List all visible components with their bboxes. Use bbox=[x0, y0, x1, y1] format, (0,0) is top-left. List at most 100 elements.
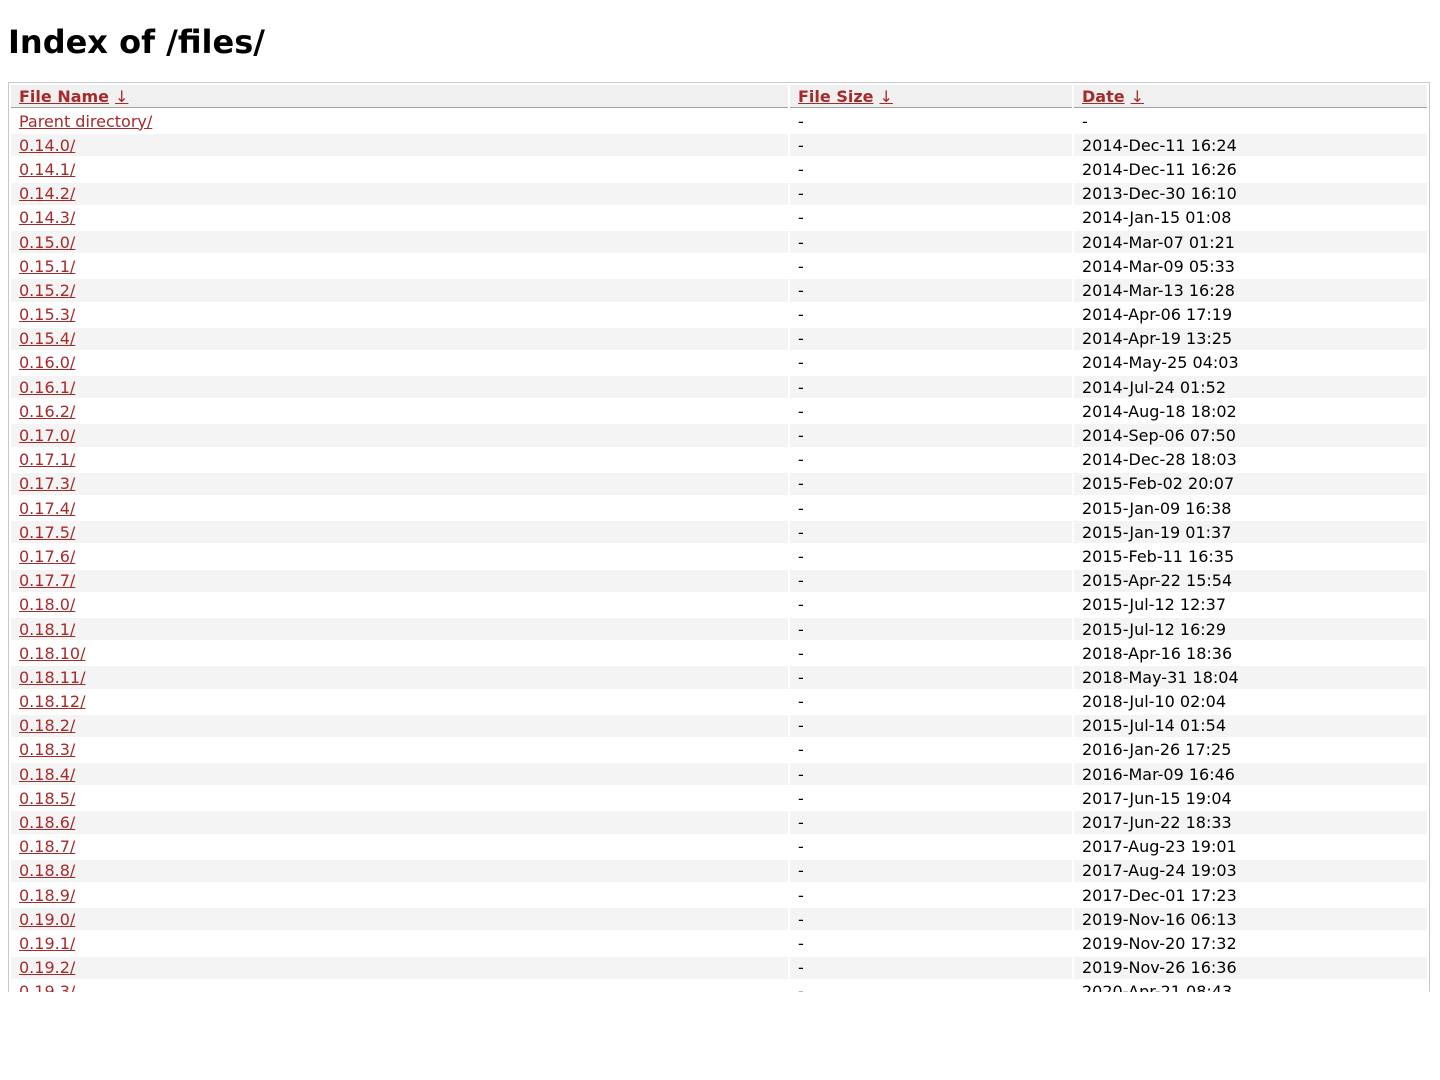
directory-link[interactable]: 0.19.3/ bbox=[19, 982, 75, 992]
directory-link[interactable]: 0.18.12/ bbox=[19, 692, 85, 711]
directory-link[interactable]: 0.19.0/ bbox=[19, 910, 75, 929]
directory-link[interactable]: 0.19.2/ bbox=[19, 958, 75, 977]
file-size-cell: - bbox=[790, 738, 1072, 762]
directory-link[interactable]: 0.18.7/ bbox=[19, 837, 75, 856]
sort-by-size-link[interactable]: File Size ↓ bbox=[798, 87, 893, 106]
directory-link[interactable]: 0.15.3/ bbox=[19, 305, 75, 324]
directory-link[interactable]: 0.17.5/ bbox=[19, 523, 75, 542]
table-row: 0.15.1/ -2014-Mar-09 05:33 bbox=[11, 255, 1427, 278]
file-date-cell: 2016-Mar-09 16:46 bbox=[1074, 763, 1427, 786]
directory-link[interactable]: 0.18.5/ bbox=[19, 789, 75, 808]
file-name-cell: 0.18.7/ bbox=[11, 835, 788, 858]
directory-link[interactable]: 0.15.4/ bbox=[19, 329, 75, 348]
directory-link[interactable]: 0.16.2/ bbox=[19, 402, 75, 421]
directory-link[interactable]: 0.18.11/ bbox=[19, 668, 85, 687]
sort-arrow-icon: ↓ bbox=[879, 86, 893, 106]
directory-link[interactable]: 0.15.0/ bbox=[19, 233, 75, 252]
file-size-cell: - bbox=[790, 206, 1072, 229]
file-name-cell: 0.17.7/ bbox=[11, 569, 788, 592]
directory-link[interactable]: 0.18.2/ bbox=[19, 716, 75, 735]
directory-link[interactable]: 0.17.4/ bbox=[19, 499, 75, 518]
sort-by-date-label: Date bbox=[1082, 86, 1125, 106]
directory-link[interactable]: 0.18.0/ bbox=[19, 595, 75, 614]
table-row: 0.18.4/ -2016-Mar-09 16:46 bbox=[11, 763, 1427, 786]
directory-link[interactable]: 0.18.10/ bbox=[19, 644, 85, 663]
directory-link[interactable]: 0.17.7/ bbox=[19, 571, 75, 590]
file-date-cell: 2014-Apr-06 17:19 bbox=[1074, 303, 1427, 326]
directory-link[interactable]: 0.18.8/ bbox=[19, 861, 75, 880]
file-name-cell: 0.15.0/ bbox=[11, 230, 788, 254]
directory-link[interactable]: 0.18.6/ bbox=[19, 813, 75, 832]
table-row: 0.18.1/ -2015-Jul-12 16:29 bbox=[11, 617, 1427, 641]
directory-link[interactable]: 0.14.1/ bbox=[19, 160, 75, 179]
file-size-cell: - bbox=[790, 327, 1072, 350]
sort-by-date-link[interactable]: Date ↓ bbox=[1082, 87, 1144, 106]
file-name-cell: 0.18.12/ bbox=[11, 690, 788, 713]
file-name-cell: 0.18.0/ bbox=[11, 593, 788, 616]
directory-link[interactable]: 0.16.0/ bbox=[19, 353, 75, 372]
directory-link[interactable]: 0.17.0/ bbox=[19, 426, 75, 445]
table-row: 0.16.1/ -2014-Jul-24 01:52 bbox=[11, 376, 1427, 399]
file-size-cell: - bbox=[790, 884, 1072, 907]
file-size-cell: - bbox=[790, 545, 1072, 568]
file-size-cell: - bbox=[790, 448, 1072, 471]
file-size-cell: - bbox=[790, 666, 1072, 689]
directory-link[interactable]: 0.19.1/ bbox=[19, 934, 75, 953]
file-size-cell: - bbox=[790, 593, 1072, 616]
table-row: 0.17.7/ -2015-Apr-22 15:54 bbox=[11, 569, 1427, 592]
file-name-cell: 0.18.5/ bbox=[11, 787, 788, 810]
column-header-name: File Name ↓ bbox=[11, 85, 788, 108]
file-name-cell: 0.18.11/ bbox=[11, 666, 788, 689]
file-date-cell: 2018-Apr-16 18:36 bbox=[1074, 642, 1427, 665]
directory-link[interactable]: 0.15.1/ bbox=[19, 257, 75, 276]
table-row: 0.14.2/ -2013-Dec-30 16:10 bbox=[11, 182, 1427, 205]
directory-link[interactable]: 0.17.6/ bbox=[19, 547, 75, 566]
file-date-cell: 2014-Jan-15 01:08 bbox=[1074, 206, 1427, 229]
directory-link[interactable]: 0.16.1/ bbox=[19, 378, 75, 397]
file-date-cell: 2017-Jun-22 18:33 bbox=[1074, 811, 1427, 834]
directory-link[interactable]: 0.18.4/ bbox=[19, 765, 75, 784]
file-name-cell: 0.15.3/ bbox=[11, 303, 788, 326]
file-table: File Name ↓ File Size ↓ Date ↓ Parent direc… bbox=[9, 83, 1429, 992]
file-size-cell: - bbox=[790, 569, 1072, 592]
file-size-cell: - bbox=[790, 497, 1072, 520]
file-date-cell: 2014-Dec-11 16:24 bbox=[1074, 134, 1427, 157]
table-header-row: File Name ↓ File Size ↓ Date ↓ bbox=[11, 85, 1427, 108]
sort-by-size-label: File Size bbox=[798, 86, 874, 106]
file-size-cell: - bbox=[790, 472, 1072, 495]
directory-link[interactable]: 0.18.3/ bbox=[19, 740, 75, 759]
file-name-cell: 0.15.2/ bbox=[11, 279, 788, 302]
sort-by-name-link[interactable]: File Name ↓ bbox=[19, 87, 128, 106]
directory-link[interactable]: 0.17.3/ bbox=[19, 474, 75, 493]
file-name-cell: 0.15.4/ bbox=[11, 327, 788, 350]
file-name-cell: 0.19.1/ bbox=[11, 932, 788, 955]
file-date-cell: 2014-Sep-06 07:50 bbox=[1074, 424, 1427, 447]
table-row: 0.18.7/ -2017-Aug-23 19:01 bbox=[11, 835, 1427, 858]
directory-link[interactable]: 0.17.1/ bbox=[19, 450, 75, 469]
file-size-cell: - bbox=[790, 279, 1072, 302]
table-row: 0.17.5/ -2015-Jan-19 01:37 bbox=[11, 521, 1427, 544]
table-row: 0.18.12/ -2018-Jul-10 02:04 bbox=[11, 690, 1427, 713]
directory-link[interactable]: 0.14.2/ bbox=[19, 184, 75, 203]
file-name-cell: 0.19.3/ bbox=[11, 980, 788, 992]
table-row: 0.18.9/ -2017-Dec-01 17:23 bbox=[11, 884, 1427, 907]
file-date-cell: 2015-Jan-09 16:38 bbox=[1074, 497, 1427, 520]
file-size-cell: - bbox=[790, 835, 1072, 858]
file-size-cell: - bbox=[790, 351, 1072, 375]
file-name-cell: 0.17.6/ bbox=[11, 545, 788, 568]
column-header-size: File Size ↓ bbox=[790, 85, 1072, 108]
table-row: 0.17.1/ -2014-Dec-28 18:03 bbox=[11, 448, 1427, 471]
file-date-cell: 2013-Dec-30 16:10 bbox=[1074, 182, 1427, 205]
file-date-cell: 2014-Jul-24 01:52 bbox=[1074, 376, 1427, 399]
directory-link[interactable]: 0.18.9/ bbox=[19, 886, 75, 905]
table-row: 0.18.2/ -2015-Jul-14 01:54 bbox=[11, 714, 1427, 737]
page-title: Index of /files/ bbox=[8, 23, 265, 61]
file-size-cell: - bbox=[790, 424, 1072, 447]
table-row: 0.16.0/ -2014-May-25 04:03 bbox=[11, 351, 1427, 375]
parent-directory-link[interactable]: Parent directory/ bbox=[19, 112, 152, 131]
file-date-cell: - bbox=[1074, 110, 1427, 133]
directory-link[interactable]: 0.14.3/ bbox=[19, 208, 75, 227]
directory-link[interactable]: 0.18.1/ bbox=[19, 620, 75, 639]
directory-link[interactable]: 0.15.2/ bbox=[19, 281, 75, 300]
directory-link[interactable]: 0.14.0/ bbox=[19, 136, 75, 155]
